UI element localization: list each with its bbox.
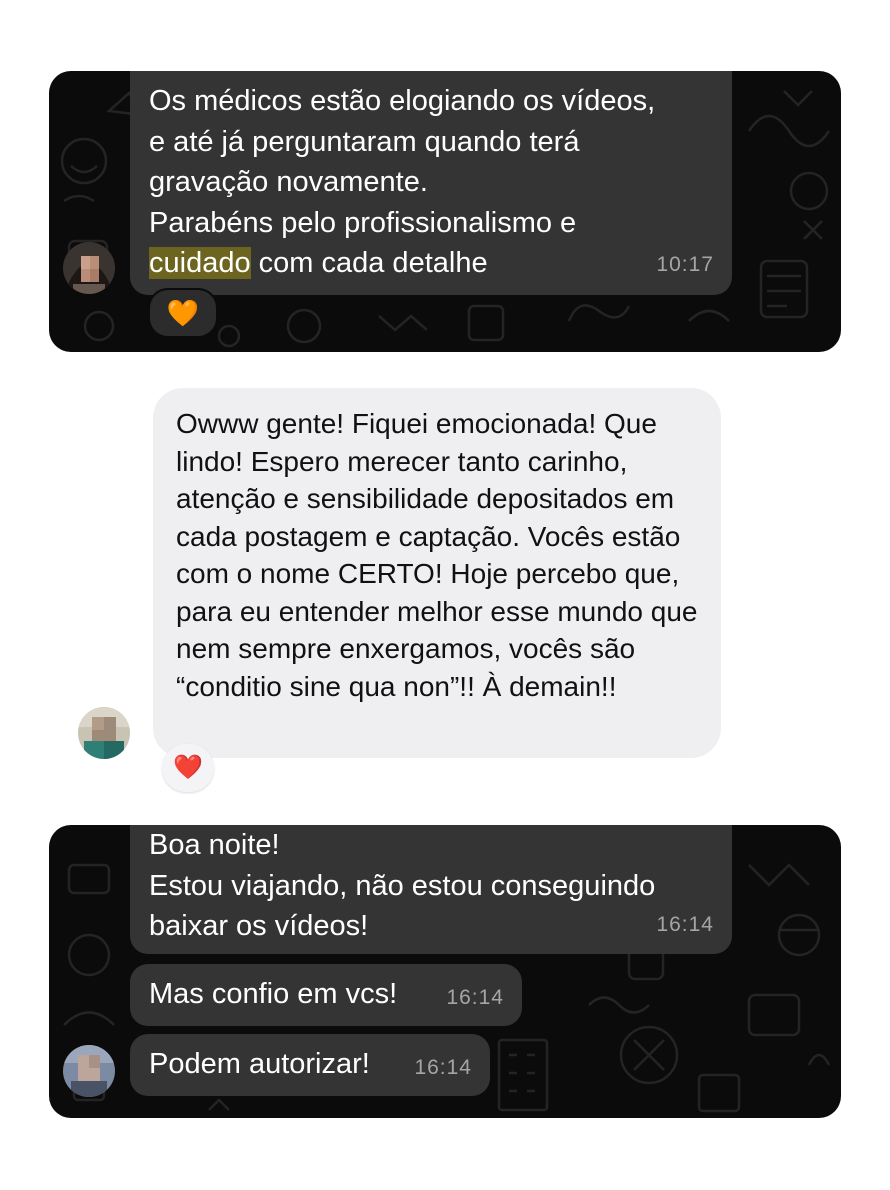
red-heart-icon: ❤️ xyxy=(173,754,203,781)
reaction-badge[interactable]: 🧡 xyxy=(148,288,218,338)
sender-avatar[interactable] xyxy=(63,242,115,294)
message-text: Boa noite! Estou viajando, não estou con… xyxy=(149,829,656,942)
message-line: Os médicos estão elogiando os vídeos, xyxy=(149,85,656,117)
message-bubble[interactable]: Mas confio em vcs! 16:14 xyxy=(130,964,522,1026)
message-bubble[interactable]: Os médicos estão elogiando os vídeos, e … xyxy=(130,71,732,295)
chat-screenshot-1: Os médicos estão elogiando os vídeos, e … xyxy=(49,71,841,352)
sender-avatar[interactable] xyxy=(63,1045,115,1097)
message-line: gravação novamente. xyxy=(149,166,428,198)
message-line: e até já perguntaram quando terá xyxy=(149,125,580,158)
message-time: 10:17 xyxy=(656,252,714,276)
message-time: 16:14 xyxy=(414,1055,472,1079)
message-bubble[interactable]: Podem autorizar! 16:14 xyxy=(130,1034,490,1096)
message-line: Parabéns pelo profissionalismo e xyxy=(149,206,577,239)
chat-screenshot-2: Boa noite! Estou viajando, não estou con… xyxy=(49,825,841,1118)
highlighted-word: cuidado xyxy=(149,247,251,279)
comment-text: Owww gente! Fiquei emocionada! Que lindo… xyxy=(176,408,698,702)
orange-heart-icon: 🧡 xyxy=(166,298,200,328)
message-bubble[interactable]: Boa noite! Estou viajando, não estou con… xyxy=(130,825,732,954)
reaction-badge[interactable]: ❤️ xyxy=(162,744,214,792)
message-time: 16:14 xyxy=(446,985,504,1009)
comment-bubble[interactable]: Owww gente! Fiquei emocionada! Que lindo… xyxy=(153,388,721,758)
message-time: 16:14 xyxy=(656,912,714,936)
commenter-avatar[interactable] xyxy=(78,707,130,759)
message-line-rest: com cada detalhe xyxy=(250,247,488,279)
message-line: cuidado com cada detalhe xyxy=(149,243,714,284)
